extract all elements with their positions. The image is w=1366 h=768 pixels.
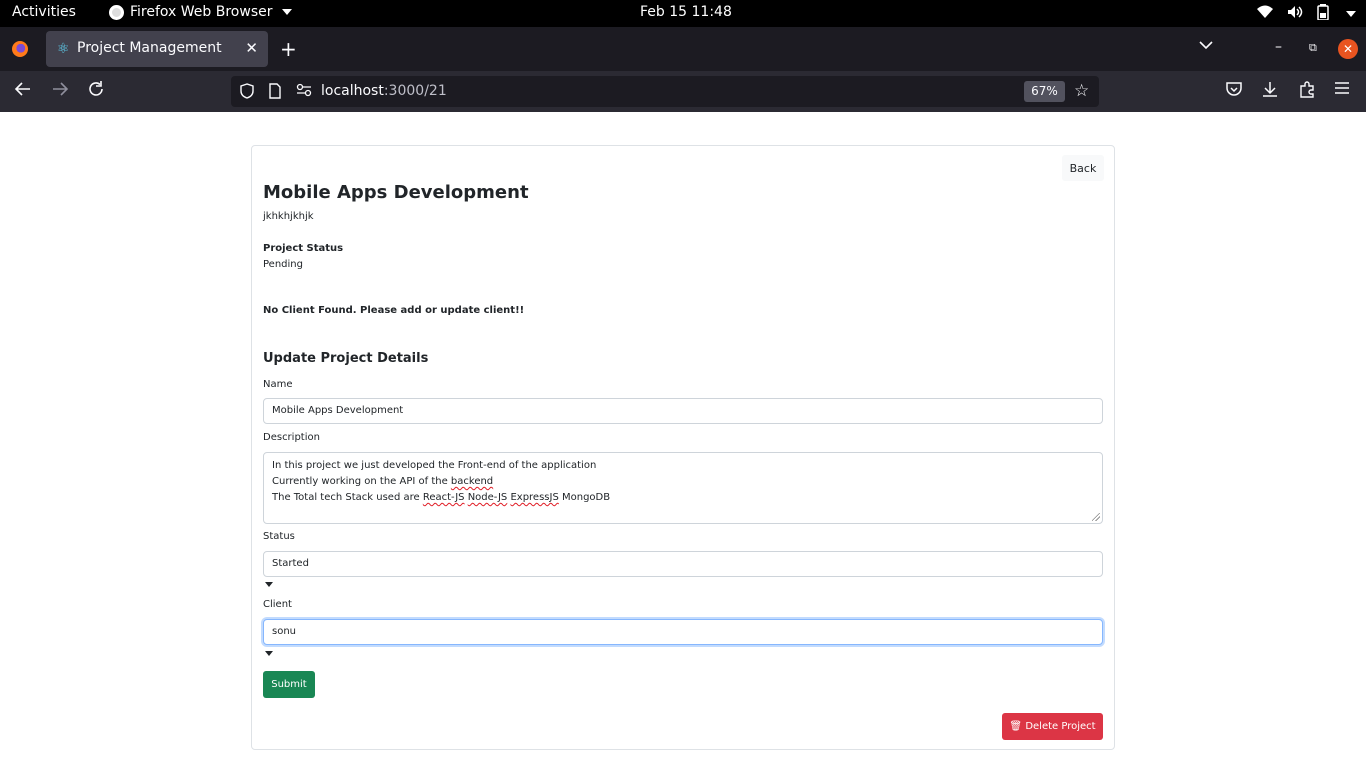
shield-icon[interactable] xyxy=(240,83,254,103)
delete-project-label: Delete Project xyxy=(1025,721,1096,732)
status-label: Status xyxy=(263,531,295,542)
back-arrow-icon[interactable] xyxy=(14,80,32,103)
description-label: Description xyxy=(263,432,320,443)
url-bar[interactable]: localhost:3000/21 67% ☆ xyxy=(231,76,1099,107)
name-input[interactable]: Mobile Apps Development xyxy=(263,398,1103,424)
description-line: The Total tech Stack used are React-JS N… xyxy=(272,492,611,503)
reload-icon[interactable] xyxy=(87,80,105,103)
project-description: jkhkhjkhjk xyxy=(263,211,314,222)
page-content: Back Mobile Apps Development jkhkhjkhjk … xyxy=(0,112,1366,768)
menu-icon[interactable] xyxy=(1334,80,1350,101)
caret-down-icon[interactable] xyxy=(265,651,273,656)
star-icon[interactable]: ☆ xyxy=(1074,81,1089,101)
status-select[interactable]: Started xyxy=(263,551,1103,577)
clock[interactable]: Feb 15 11:48 xyxy=(640,4,732,20)
submit-button[interactable]: Submit xyxy=(263,671,315,698)
new-tab-icon[interactable]: + xyxy=(280,37,297,61)
app-name: Firefox Web Browser xyxy=(130,4,273,20)
firefox-icon xyxy=(109,4,124,20)
caret-down-icon xyxy=(281,9,292,15)
system-tray[interactable] xyxy=(1257,4,1356,24)
minimize-icon[interactable]: – xyxy=(1275,39,1282,55)
system-top-bar: Activities Firefox Web Browser Feb 15 11… xyxy=(0,0,1366,27)
list-all-tabs-icon[interactable] xyxy=(1199,38,1213,54)
delete-project-button[interactable]: 🗑 Delete Project xyxy=(1002,713,1103,740)
project-status-label: Project Status xyxy=(263,243,344,254)
update-form-title: Update Project Details xyxy=(263,351,429,366)
wifi-icon xyxy=(1257,5,1273,23)
nav-toolbar: localhost:3000/21 67% ☆ xyxy=(0,71,1366,112)
description-line: Currently working on the API of the back… xyxy=(272,476,494,487)
description-textarea[interactable]: In this project we just developed the Fr… xyxy=(263,452,1103,524)
activities-button[interactable]: Activities xyxy=(12,4,76,20)
pocket-icon[interactable] xyxy=(1225,80,1243,103)
name-label: Name xyxy=(263,379,293,390)
zoom-level[interactable]: 67% xyxy=(1024,81,1065,102)
client-select[interactable]: sonu xyxy=(263,619,1103,645)
description-line: In this project we just developed the Fr… xyxy=(272,460,597,471)
tab-project-management[interactable]: ⚛ Project Management ✕ xyxy=(46,31,268,67)
project-status-value: Pending xyxy=(263,259,303,270)
extensions-icon[interactable] xyxy=(1298,80,1316,103)
url-text[interactable]: localhost:3000/21 xyxy=(321,83,447,99)
permissions-icon[interactable] xyxy=(296,83,312,101)
download-icon[interactable] xyxy=(1261,80,1279,103)
project-card: Back Mobile Apps Development jkhkhjkhjk … xyxy=(251,145,1115,750)
restore-icon[interactable]: ⧉ xyxy=(1309,41,1317,55)
firefox-icon[interactable] xyxy=(12,41,28,57)
tab-title: Project Management xyxy=(77,40,222,56)
react-icon: ⚛ xyxy=(57,41,70,57)
tab-strip: ⚛ Project Management ✕ + – ⧉ xyxy=(0,27,1366,71)
app-menu[interactable]: Firefox Web Browser xyxy=(109,4,292,20)
no-client-message: No Client Found. Please add or update cl… xyxy=(263,305,525,316)
resize-handle[interactable] xyxy=(1092,513,1100,521)
battery-icon xyxy=(1317,4,1329,24)
volume-icon xyxy=(1287,5,1303,23)
back-button[interactable]: Back xyxy=(1062,155,1104,181)
forward-arrow-icon[interactable] xyxy=(51,80,69,103)
window-close-button[interactable]: ✕ xyxy=(1338,39,1358,59)
client-label: Client xyxy=(263,599,292,610)
page-icon[interactable] xyxy=(269,83,281,103)
caret-down-icon xyxy=(1346,11,1356,17)
trash-icon: 🗑 xyxy=(1009,721,1023,732)
caret-down-icon[interactable] xyxy=(265,582,273,587)
close-tab-icon[interactable]: ✕ xyxy=(245,39,258,57)
project-title: Mobile Apps Development xyxy=(263,182,529,203)
